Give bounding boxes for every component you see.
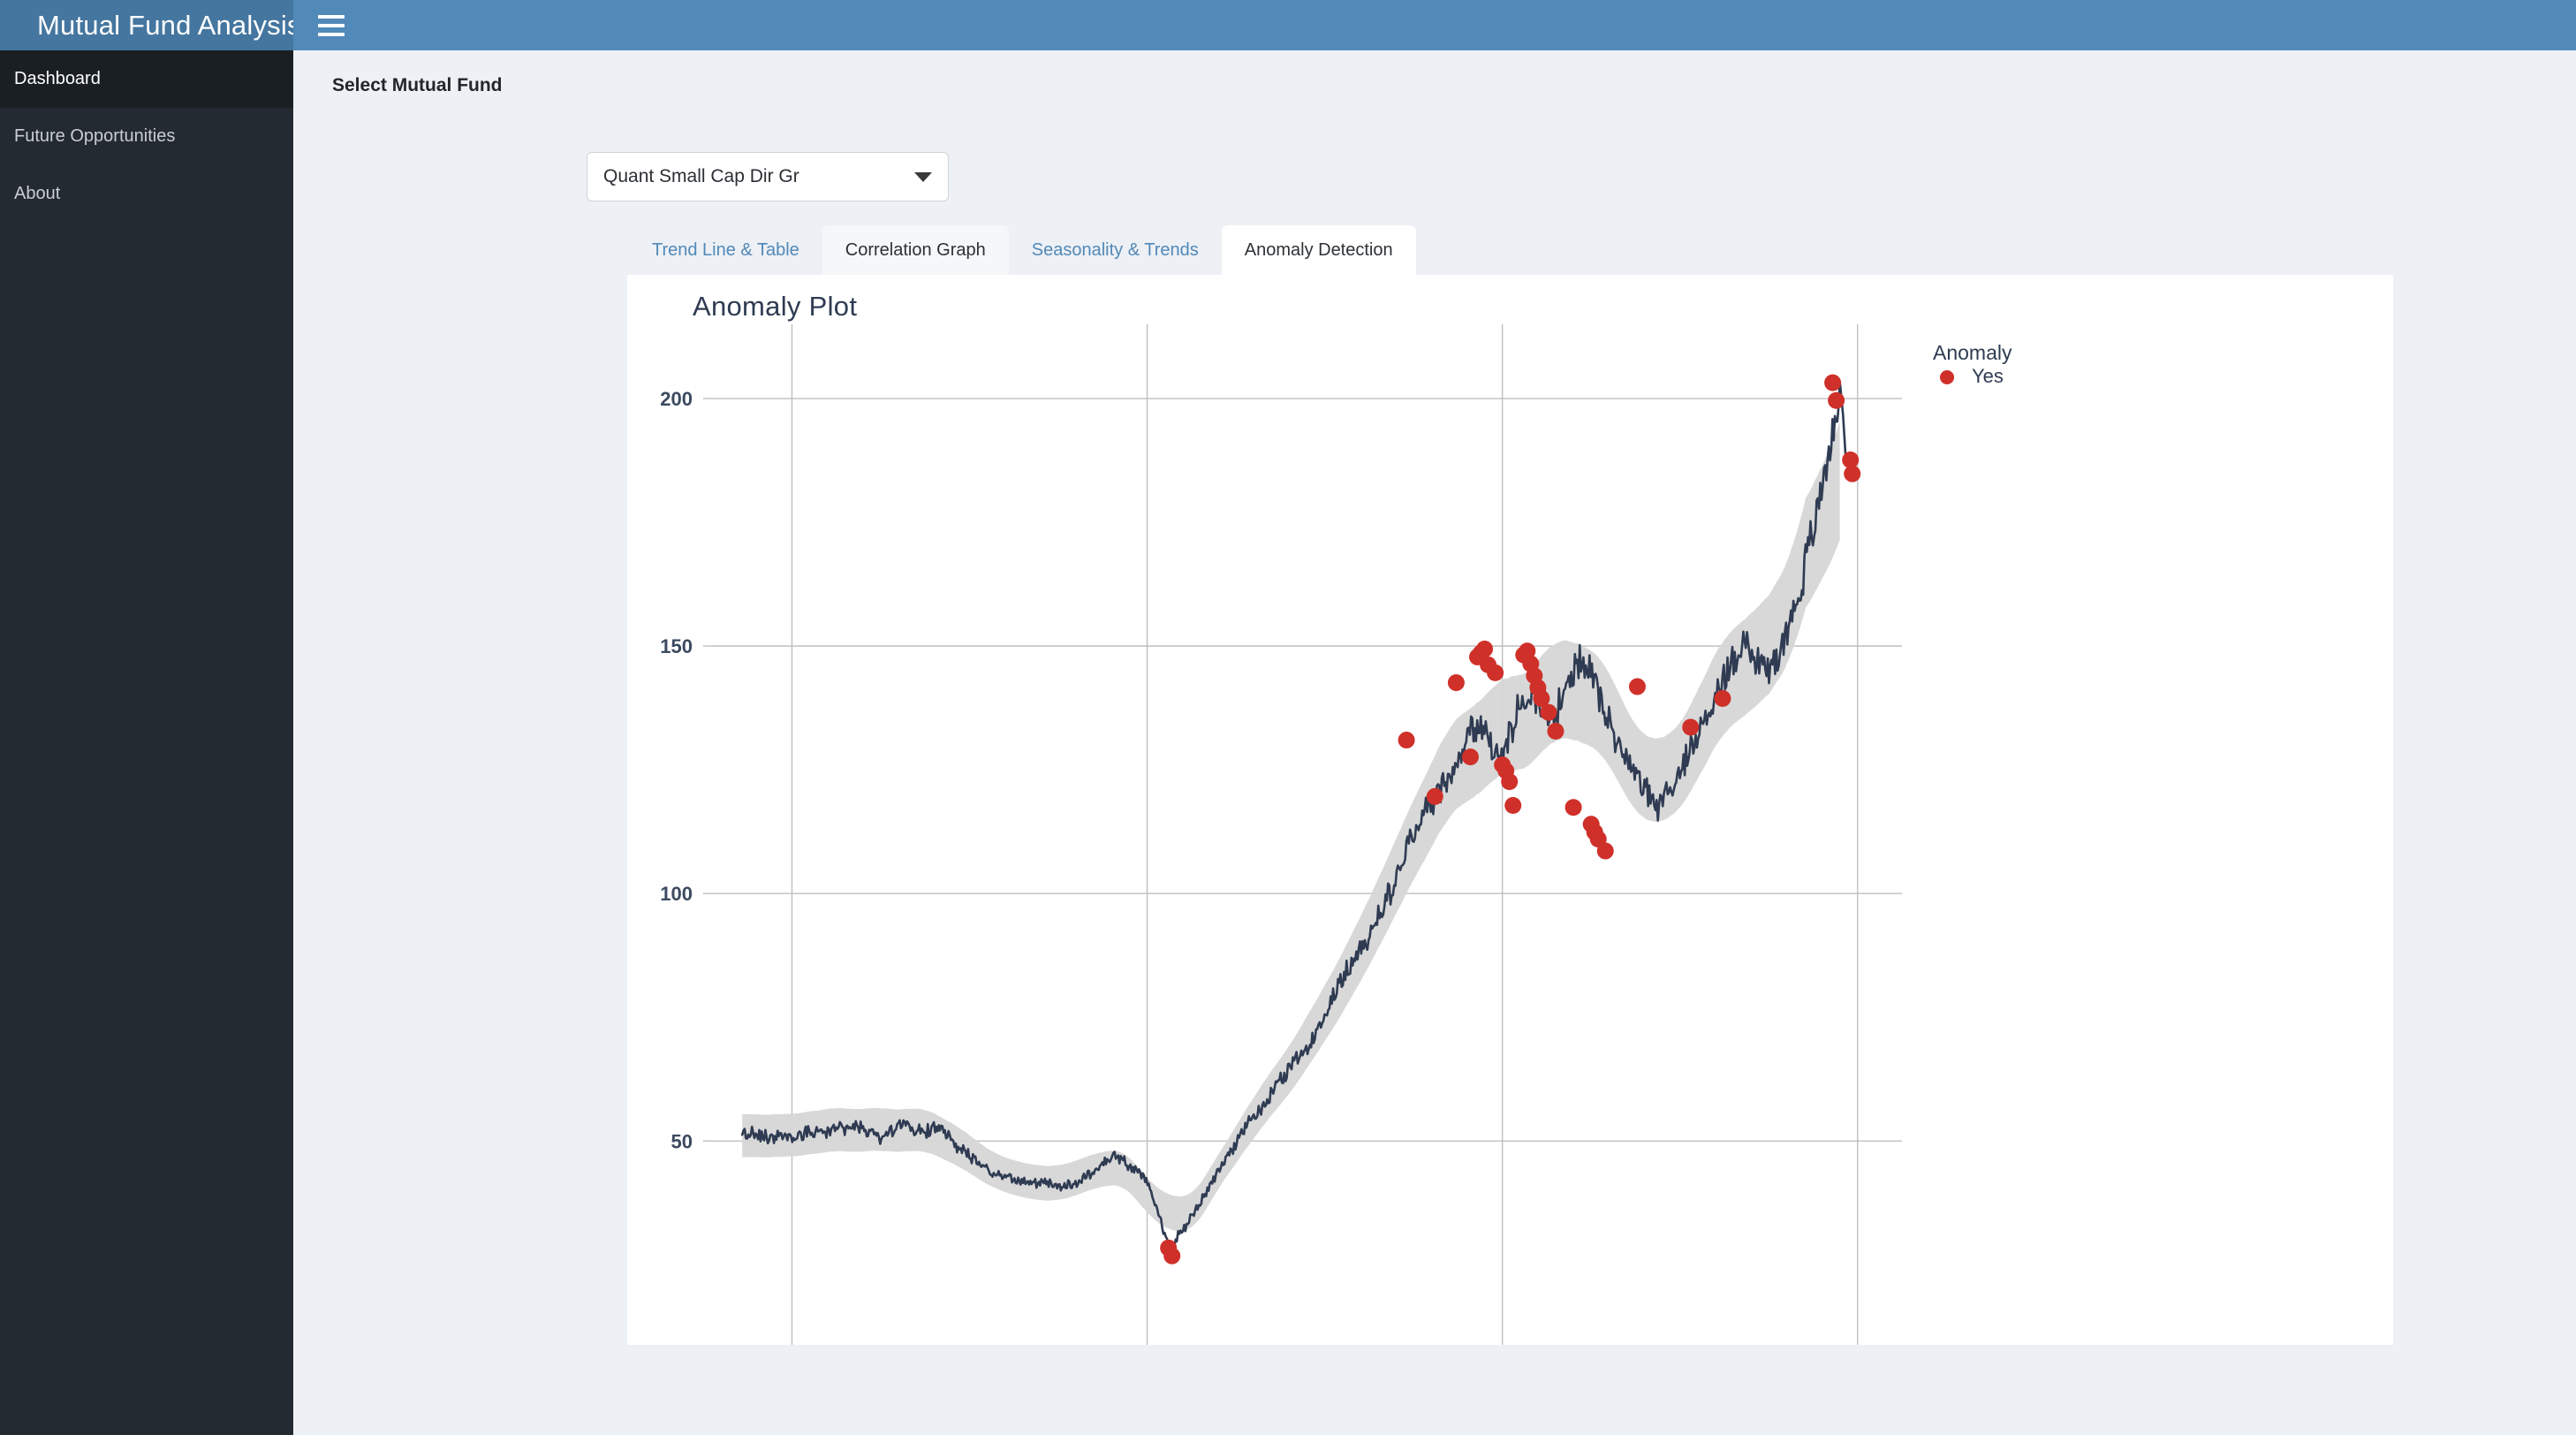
sidebar-item-future-opportunities[interactable]: Future Opportunities	[0, 108, 293, 165]
anomaly-point	[1628, 678, 1646, 695]
mutual-fund-select[interactable]: Quant Small Cap Dir Gr	[587, 152, 949, 201]
sidebar-item-dashboard[interactable]: Dashboard	[0, 50, 293, 108]
band-layer	[742, 422, 1840, 1232]
y-tick-label: 50	[671, 1130, 693, 1152]
anomaly-layer	[1160, 374, 1861, 1264]
anomaly-plot-svg: 501001502002018202020222024 AnomalyYes	[660, 324, 2012, 1345]
hamburger-bar	[318, 14, 345, 19]
tab-label: Trend Line & Table	[652, 239, 799, 260]
top-header: Mutual Fund Analysis	[0, 0, 2576, 50]
select-mutual-fund-label: Select Mutual Fund	[332, 75, 503, 95]
app-title: Mutual Fund Analysis	[37, 9, 301, 41]
sidebar-item-label: Dashboard	[14, 69, 101, 88]
y-tick-label: 100	[660, 883, 693, 905]
anomaly-point	[1476, 640, 1494, 657]
anomaly-point	[1824, 374, 1842, 391]
anomaly-point	[1565, 799, 1582, 816]
legend-marker	[1940, 370, 1954, 384]
anomaly-point	[1547, 722, 1565, 740]
anomaly-point	[1398, 732, 1415, 749]
sidebar-item-label: Future Opportunities	[14, 126, 176, 146]
tab-trend-line-table[interactable]: Trend Line & Table	[629, 225, 822, 275]
anomaly-point	[1844, 465, 1861, 482]
tab-correlation-graph[interactable]: Correlation Graph	[822, 225, 1009, 275]
confidence-band	[742, 422, 1840, 1232]
sidebar: Dashboard Future Opportunities About	[0, 50, 293, 1435]
tab-label: Correlation Graph	[845, 239, 986, 260]
app-root: Mutual Fund Analysis Dashboard Future Op…	[0, 0, 2576, 1435]
main-content: Select Mutual Fund Quant Small Cap Dir G…	[293, 50, 2576, 1435]
y-tick-label: 200	[660, 388, 693, 410]
mutual-fund-select-value: Quant Small Cap Dir Gr	[603, 166, 799, 186]
tab-seasonality-trends[interactable]: Seasonality & Trends	[1009, 225, 1222, 275]
anomaly-point	[1714, 690, 1731, 708]
legend-entry-label: Yes	[1972, 365, 2004, 387]
sidebar-item-label: About	[14, 184, 61, 203]
anomaly-plot-card: Anomaly Plot 501001502002018202020222024…	[627, 275, 2393, 1345]
anomaly-point	[1487, 664, 1504, 681]
legend-title: Anomaly	[1933, 341, 2012, 364]
anomaly-point	[1596, 842, 1614, 860]
hamburger-bar	[318, 23, 345, 27]
tab-anomaly-detection[interactable]: Anomaly Detection	[1221, 225, 1416, 275]
anomaly-point	[1447, 674, 1465, 692]
anomaly-point	[1828, 391, 1845, 409]
chevron-down-icon	[914, 171, 932, 182]
grid-layer	[712, 324, 1902, 1340]
anomaly-point	[1682, 718, 1700, 736]
legend-layer: AnomalyYes	[1933, 341, 2012, 387]
hamburger-bar	[318, 32, 345, 36]
anomaly-point	[1461, 748, 1479, 766]
anomaly-point	[1163, 1247, 1181, 1264]
header-bar	[293, 0, 2576, 50]
sidebar-item-about[interactable]: About	[0, 165, 293, 223]
tab-bar: Trend Line & Table Correlation Graph Sea…	[629, 225, 1416, 275]
hamburger-icon[interactable]	[318, 14, 345, 36]
anomaly-point	[1501, 773, 1519, 791]
tab-label: Seasonality & Trends	[1031, 239, 1199, 260]
anomaly-point	[1540, 703, 1557, 721]
anomaly-point	[1426, 787, 1443, 805]
anomaly-point	[1504, 797, 1522, 815]
y-tick-label: 150	[660, 635, 693, 657]
brand-area: Mutual Fund Analysis	[0, 0, 300, 50]
axis-layer: 501001502002018202020222024	[660, 388, 1859, 1345]
tab-label: Anomaly Detection	[1244, 239, 1393, 260]
